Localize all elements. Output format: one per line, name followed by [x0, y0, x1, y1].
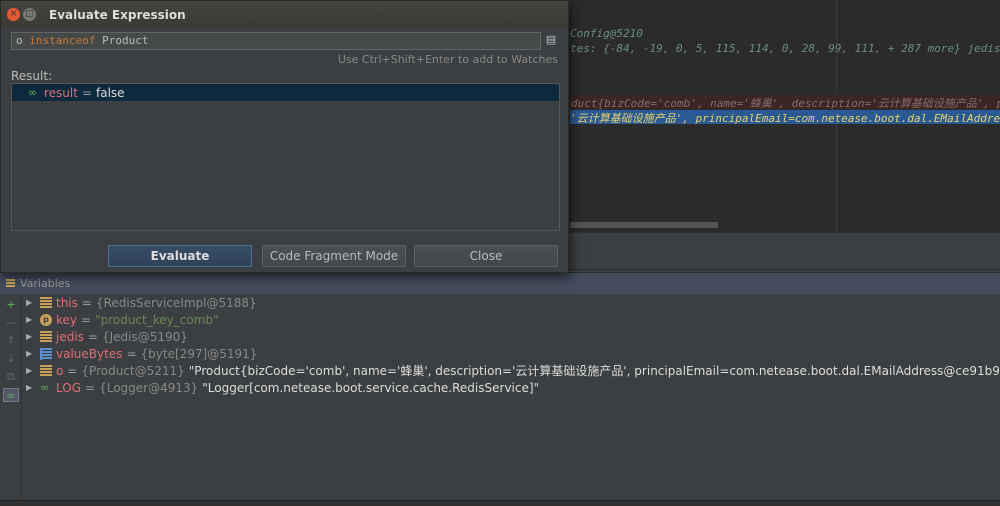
variable-type: {byte[297]@5191} [140, 346, 258, 361]
result-name: result [44, 85, 78, 100]
variable-type: {RedisServiceImpl@5188} [95, 295, 257, 310]
variable-name: key [56, 312, 78, 327]
variables-panel: + — ↑ ↓ ⧉ ∞ ▶ this = {RedisServiceImpl@5188… [0, 294, 1000, 500]
expand-icon[interactable]: ▶ [26, 383, 40, 392]
variables-title: Variables [20, 277, 71, 290]
variable-value: "Product{bizCode='comb', name='蜂巢', desc… [188, 364, 1000, 378]
equals: = [81, 295, 92, 310]
variable-name: o [56, 363, 64, 378]
variable-value: "Logger[com.netease.boot.service.cache.R… [202, 380, 540, 395]
equals: = [67, 363, 78, 378]
expand-icon[interactable]: ▶ [26, 332, 40, 341]
variables-toolbar: + — ↑ ↓ ⧉ ∞ [0, 294, 22, 500]
equals: = [81, 312, 92, 327]
variable-type: {Jedis@5190} [101, 329, 188, 344]
equals: = [126, 346, 137, 361]
equals: = [87, 329, 98, 344]
maximize-window-icon[interactable]: □ [23, 8, 36, 21]
variable-row[interactable]: ▶ this = {RedisServiceImpl@5188} [26, 294, 257, 311]
move-up-icon[interactable]: ↑ [3, 334, 19, 348]
remove-watch-icon[interactable]: — [3, 316, 19, 330]
field-icon [40, 296, 52, 309]
execution-line: '云计算基础设施产品', principalEmail=com.netease.… [570, 110, 1000, 125]
expression-type: Product [102, 34, 149, 47]
inline-debug-value: tes: {-84, -19, 0, 5, 115, 114, 0, 28, 9… [570, 42, 1000, 55]
move-down-icon[interactable]: ↓ [3, 352, 19, 366]
evaluate-expression-dialog: × □ Evaluate Expression o instanceof Pro… [0, 0, 569, 273]
variable-type: {Logger@4913} [99, 380, 199, 395]
result-tree[interactable]: ∞ result = false [11, 83, 560, 231]
variable-row[interactable]: ▶ ∞ LOG = {Logger@4913} "Logger[com.netease.b… [26, 379, 539, 396]
result-label: Result: [11, 69, 53, 83]
watch-icon: ∞ [28, 85, 38, 99]
variable-row[interactable]: ▶ valueBytes = {byte[297]@5191} [26, 345, 257, 362]
field-icon [40, 330, 52, 343]
variable-type: {Product@5211} [81, 363, 185, 378]
dialog-titlebar[interactable]: × □ Evaluate Expression [1, 1, 568, 28]
equals: = [81, 85, 93, 100]
expression-variable: o [16, 34, 23, 47]
horizontal-scrollbar[interactable] [570, 222, 718, 228]
close-button[interactable]: Close [414, 245, 558, 267]
variable-value: "product_key_comb" [95, 312, 219, 327]
dialog-title: Evaluate Expression [49, 7, 186, 22]
result-value: false [96, 85, 125, 100]
variable-name: this [56, 295, 78, 310]
field-icon [40, 364, 52, 377]
close-window-icon[interactable]: × [7, 8, 20, 21]
show-watches-icon[interactable]: ∞ [3, 388, 19, 402]
new-watch-icon[interactable]: + [3, 298, 19, 312]
status-bar [0, 500, 1000, 506]
variable-row[interactable]: ▶ p key = "product_key_comb" [26, 311, 219, 328]
variable-name: jedis [56, 329, 84, 344]
expand-icon[interactable]: ▶ [26, 349, 40, 358]
expand-icon[interactable]: ▶ [26, 366, 40, 375]
copy-icon[interactable]: ⧉ [3, 370, 19, 384]
equals: = [85, 380, 96, 395]
expression-input[interactable]: o instanceof Product [11, 32, 541, 50]
variable-row[interactable]: ▶ o = {Product@5211} "Product{bizCode='comb'… [26, 362, 1000, 379]
expand-icon[interactable]: ▶ [26, 315, 40, 324]
variable-row[interactable]: ▶ jedis = {Jedis@5190} [26, 328, 188, 345]
array-icon [40, 347, 52, 360]
inline-debug-value: Config@5210 [570, 27, 643, 40]
watch-icon: ∞ [40, 380, 50, 394]
watches-hint: Use Ctrl+Shift+Enter to add to Watches [337, 53, 558, 66]
variable-name: valueBytes [56, 346, 123, 361]
result-row[interactable]: ∞ result = false [12, 84, 559, 101]
evaluate-button[interactable]: Evaluate [108, 245, 252, 267]
code-fragment-mode-button[interactable]: Code Fragment Mode [262, 245, 406, 267]
parameter-icon: p [40, 313, 52, 326]
variable-name: LOG [56, 380, 82, 395]
expand-icon[interactable]: ▶ [26, 298, 40, 307]
expression-keyword: instanceof [29, 34, 96, 47]
expand-editor-icon[interactable]: ▤ [544, 33, 558, 49]
breakpoint-line: duct{bizCode='comb', name='蜂巢', descript… [570, 95, 1000, 110]
variables-icon [6, 279, 15, 288]
variables-panel-header: Variables [0, 272, 1000, 294]
